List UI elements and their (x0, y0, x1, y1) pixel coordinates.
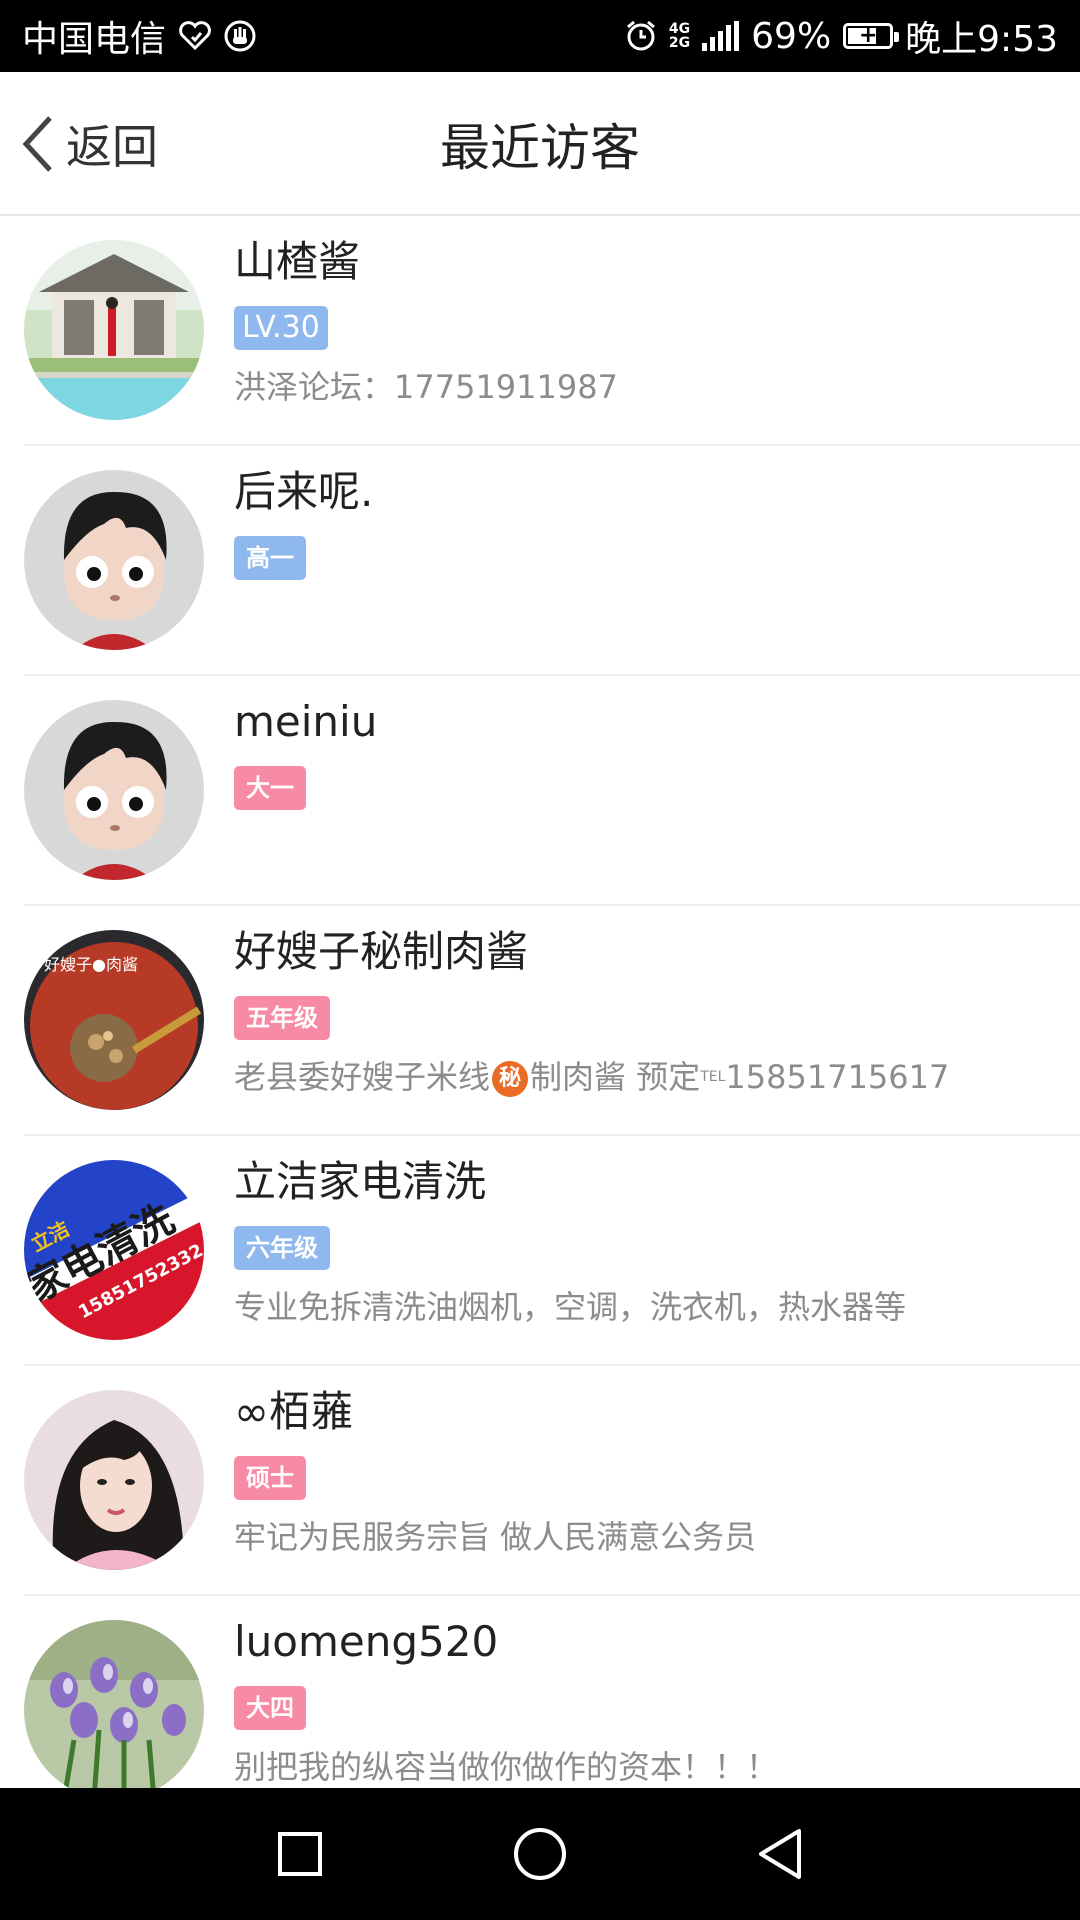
grade-badge: 大一 (234, 766, 306, 810)
visitor-signature: 专业免拆清洗油烟机，空调，洗衣机，热水器等 (234, 1288, 907, 1326)
list-item[interactable]: ∞栢蕥 硕士 牢记为民服务宗旨 做人民满意公务员 (0, 1366, 1080, 1596)
battery-charging-icon: + (843, 23, 900, 49)
visitor-name: 山楂酱 (234, 237, 361, 286)
secret-badge-icon: 秘 (492, 1061, 529, 1097)
visitor-name: 后来呢. (234, 467, 374, 516)
grade-badge: 六年级 (234, 1226, 330, 1270)
visitor-name: 好嫂子秘制肉酱 (234, 927, 529, 976)
back-label: 返回 (66, 120, 158, 174)
visitor-signature: 洪泽论坛：17751911987 (234, 368, 618, 406)
battery-percent: 69% (751, 15, 832, 57)
system-back-button[interactable] (745, 1819, 815, 1889)
avatar[interactable] (24, 240, 204, 420)
list-item[interactable]: luomeng520 大四 别把我的纵容当做你做作的资本！！！ (0, 1596, 1080, 1788)
list-item[interactable]: meiniu 大一 (0, 676, 1080, 906)
home-button[interactable] (505, 1819, 575, 1889)
avatar[interactable]: 立洁 家电清洗 15851752332 (24, 1160, 204, 1340)
list-item[interactable]: 好嫂子●肉酱 好嫂子秘制肉酱 五年级 老县委好嫂子米线秘制肉酱 预定TEL158… (0, 906, 1080, 1136)
visitor-name: 立洁家电清洗 (234, 1157, 487, 1206)
status-bar: 中国电信 4G 2G 69% + 晚上9:53 (0, 0, 1080, 72)
avatar[interactable] (24, 700, 204, 880)
vpn-heart-icon (178, 21, 212, 51)
list-item[interactable]: 后来呢. 高一 (0, 446, 1080, 676)
square-icon (278, 1832, 322, 1876)
visitor-signature: 牢记为民服务宗旨 做人民满意公务员 (234, 1518, 757, 1556)
visitor-signature: 老县委好嫂子米线秘制肉酱 预定TEL15851715617 (234, 1058, 950, 1097)
signal-strength-icon (702, 21, 740, 51)
grade-badge: 大四 (234, 1686, 306, 1730)
triangle-back-icon (759, 1829, 801, 1879)
clock-time: 晚上9:53 (905, 19, 1058, 60)
list-item[interactable]: 立洁 家电清洗 15851752332 立洁家电清洗 六年级 专业免拆清洗油烟机… (0, 1136, 1080, 1366)
top-navigation-bar: 返回 最近访客 (0, 72, 1080, 216)
circle-icon (514, 1828, 566, 1880)
visitor-name: ∞栢蕥 (234, 1387, 353, 1436)
network-type-indicator: 4G 2G (668, 21, 691, 51)
avatar[interactable] (24, 470, 204, 650)
level-badge: LV.30 (234, 306, 328, 350)
visitor-name: meiniu (234, 697, 378, 746)
back-button[interactable]: 返回 (20, 72, 158, 216)
hand-notification-icon (224, 20, 256, 52)
list-item[interactable]: 山楂酱 LV.30 洪泽论坛：17751911987 (0, 216, 1080, 446)
avatar[interactable] (24, 1390, 204, 1570)
visitor-signature: 别把我的纵容当做你做作的资本！！！ (234, 1748, 779, 1786)
avatar[interactable]: 好嫂子●肉酱 (24, 930, 204, 1110)
visitor-list[interactable]: 山楂酱 LV.30 洪泽论坛：17751911987 后来呢. 高一 meini… (0, 216, 1080, 1788)
chevron-left-icon (22, 116, 52, 172)
recent-apps-button[interactable] (265, 1819, 335, 1889)
grade-badge: 硕士 (234, 1456, 306, 1500)
grade-badge: 五年级 (234, 996, 330, 1040)
avatar[interactable] (24, 1620, 204, 1788)
grade-badge: 高一 (234, 536, 306, 580)
svg-text:好嫂子●肉酱: 好嫂子●肉酱 (44, 955, 138, 974)
visitor-name: luomeng520 (234, 1617, 499, 1666)
alarm-clock-icon (625, 20, 657, 52)
carrier-name: 中国电信 (22, 19, 167, 60)
system-navigation-bar (0, 1788, 1080, 1920)
page-title: 最近访客 (440, 119, 640, 177)
